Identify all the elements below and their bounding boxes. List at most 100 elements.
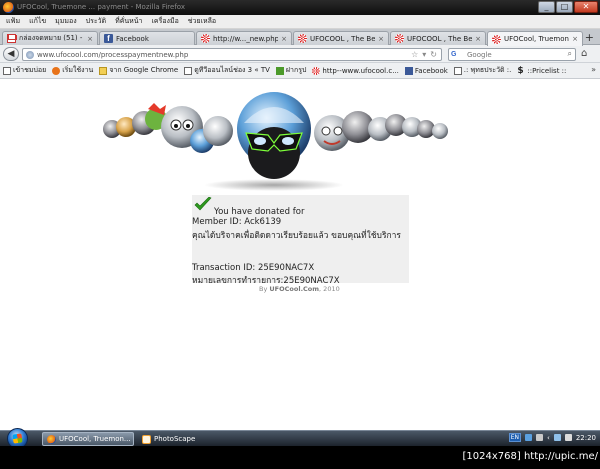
tab-ufocool-1[interactable]: UFOCOOL , The Bes... × [293, 31, 389, 45]
bookmark-facebook[interactable]: Facebook [404, 66, 448, 75]
member-id: Member ID: Ack6139 [192, 217, 282, 227]
firefox-icon [3, 2, 14, 13]
google-icon[interactable]: G [451, 51, 463, 59]
new-tab-button[interactable]: + [585, 31, 594, 44]
menu-edit[interactable]: แก้ไข [29, 16, 46, 27]
tab-label: กล่องจดหมาย (51) - ... [19, 34, 85, 42]
tab-ufocool-2[interactable]: UFOCOOL , The Bes... × [390, 31, 486, 45]
search-icon[interactable]: ⌕ [568, 49, 572, 59]
page-icon [184, 66, 193, 75]
checkmark-icon [194, 197, 212, 211]
address-bar[interactable]: www.ufocool.com/processpaymentnew.php ☆ … [22, 48, 442, 61]
display-icon[interactable] [553, 434, 561, 441]
bookmark-label: เริ่มใช้งาน [62, 66, 94, 74]
ufocool-icon [298, 34, 307, 43]
bookmark-label: ดูทีวีออนไลน์ช่อง 3 « TV [194, 66, 270, 74]
bookmark-label: เข้าชมบ่อย [13, 66, 47, 74]
thanks-message: คุณได้บริจาคเพื่อติดดาวเรียบร้อยแล้ว ขอบ… [192, 231, 401, 241]
menu-bar: แฟ้ม แก้ไข มุมมอง ประวัติ ที่คั่นหน้า เค… [0, 15, 600, 29]
maximize-button[interactable]: □ [556, 1, 573, 13]
menu-history[interactable]: ประวัติ [86, 16, 106, 27]
bookmarks-toolbar: เข้าชมบ่อย เริ่มใช้งาน จาก Google Chrome… [0, 63, 600, 79]
star-bookmark-icon[interactable]: ☆ [411, 50, 418, 59]
bookmark-label: .: พุทธประวัติ :. [463, 66, 512, 74]
menu-tools[interactable]: เครื่องมือ [152, 16, 179, 27]
tab-close-icon[interactable]: × [378, 35, 384, 43]
site-credit: By UFOCool.Com, 2010 [259, 285, 340, 293]
back-button[interactable]: ◀ [3, 47, 19, 61]
site-identity-icon[interactable] [26, 51, 34, 59]
ufocool-banner-image [103, 92, 448, 191]
taskbar-label: UFOCool, Truemon... [59, 435, 131, 443]
bookmark-photo[interactable]: ฝากรูป [275, 65, 306, 76]
tab-ufocool-truemoney[interactable]: UFOCool, Truemone... × [487, 31, 583, 46]
credit-site[interactable]: UFOCool.Com [269, 285, 319, 293]
bookmark-label: จาก Google Chrome [109, 66, 179, 74]
page-icon [453, 66, 462, 75]
tab-close-icon[interactable]: × [572, 35, 578, 43]
bookmark-tv[interactable]: ดูทีวีออนไลน์ช่อง 3 « TV [184, 65, 270, 76]
clock[interactable]: 22:20 [576, 434, 596, 442]
ufocool-icon [492, 34, 501, 44]
page-content: You have donated for Member ID: Ack6139 … [0, 79, 600, 430]
tab-close-icon[interactable]: × [281, 35, 287, 43]
tab-close-icon[interactable]: × [475, 35, 481, 43]
taskbar: UFOCool, Truemon... PhotoScape EN ‹ 22:2… [0, 428, 600, 446]
network-icon[interactable] [525, 434, 532, 441]
menu-view[interactable]: มุมมอง [55, 16, 76, 27]
menu-bookmarks[interactable]: ที่คั่นหน้า [115, 16, 142, 27]
folder-icon [99, 66, 108, 75]
bookmark-pricelist[interactable]: $ ::Pricelist :: [517, 65, 567, 76]
taskbar-firefox[interactable]: UFOCool, Truemon... [42, 432, 134, 446]
dollar-icon: $ [517, 65, 524, 76]
home-icon[interactable]: ⌂ [581, 48, 587, 59]
photo-icon [275, 66, 284, 75]
taskbar-photoscape[interactable]: PhotoScape [138, 432, 218, 446]
system-tray: EN ‹ 22:20 [508, 433, 596, 442]
dropdown-arrow-icon[interactable]: ▾ [422, 50, 426, 59]
title-bar: UFOCool, Truemone ... payment - Mozilla … [0, 0, 600, 15]
bookmark-ufocool[interactable]: http--www.ufocool.c... [312, 66, 399, 75]
page-icon [3, 66, 11, 75]
bookmark-label: ::Pricelist :: [527, 66, 567, 75]
bookmark-from-chrome[interactable]: จาก Google Chrome [99, 65, 178, 76]
search-box[interactable]: G ⌕ [448, 48, 576, 61]
taskbar-label: PhotoScape [154, 435, 196, 443]
tab-label: Facebook [116, 34, 149, 43]
bookmark-label: http--www.ufocool.c... [322, 66, 399, 75]
firefox-icon [52, 66, 61, 75]
menu-file[interactable]: แฟ้ม [6, 16, 20, 27]
transaction-id: Transaction ID: 25E90NAC7X [192, 263, 315, 273]
gmail-icon [7, 34, 16, 43]
menu-help[interactable]: ช่วยเหลือ [188, 16, 216, 27]
tab-label: http://w..._new.php [213, 34, 279, 43]
tab-gmail[interactable]: กล่องจดหมาย (51) - ... × [2, 31, 98, 45]
flag-icon[interactable] [536, 434, 543, 441]
reload-icon[interactable]: ↻ [430, 50, 437, 59]
donation-headline: You have donated for [214, 207, 305, 217]
tab-label: UFOCool, Truemone... [504, 35, 569, 43]
ufocool-icon [201, 34, 210, 43]
tab-new-php[interactable]: http://w..._new.php × [196, 31, 292, 45]
bookmark-buddha-history[interactable]: .: พุทธประวัติ :. [453, 65, 512, 76]
volume-icon[interactable] [564, 434, 572, 441]
photoscape-icon [142, 434, 151, 444]
minimize-button[interactable]: _ [538, 1, 555, 13]
tab-label: UFOCOOL , The Bes... [310, 34, 376, 43]
start-button[interactable] [7, 428, 28, 446]
facebook-icon: f [104, 34, 113, 43]
tab-facebook[interactable]: f Facebook [99, 31, 195, 45]
tab-label: UFOCOOL , The Bes... [407, 34, 473, 43]
close-button[interactable]: ✕ [574, 1, 598, 13]
bookmarks-overflow-icon[interactable]: » [591, 65, 596, 74]
bookmark-most-visited[interactable]: เข้าชมบ่อย [3, 65, 46, 76]
url-text[interactable]: www.ufocool.com/processpaymentnew.php [37, 51, 188, 59]
bookmark-getting-started[interactable]: เริ่มใช้งาน [52, 65, 93, 76]
navigation-bar: ◀ www.ufocool.com/processpaymentnew.php … [0, 45, 600, 63]
chevron-left-icon[interactable]: ‹ [547, 434, 550, 442]
tab-close-icon[interactable]: × [87, 35, 93, 43]
window-title: UFOCool, Truemone ... payment - Mozilla … [17, 3, 186, 11]
credit-year: , 2010 [319, 285, 340, 293]
language-indicator[interactable]: EN [508, 433, 521, 442]
search-input[interactable] [467, 50, 557, 60]
